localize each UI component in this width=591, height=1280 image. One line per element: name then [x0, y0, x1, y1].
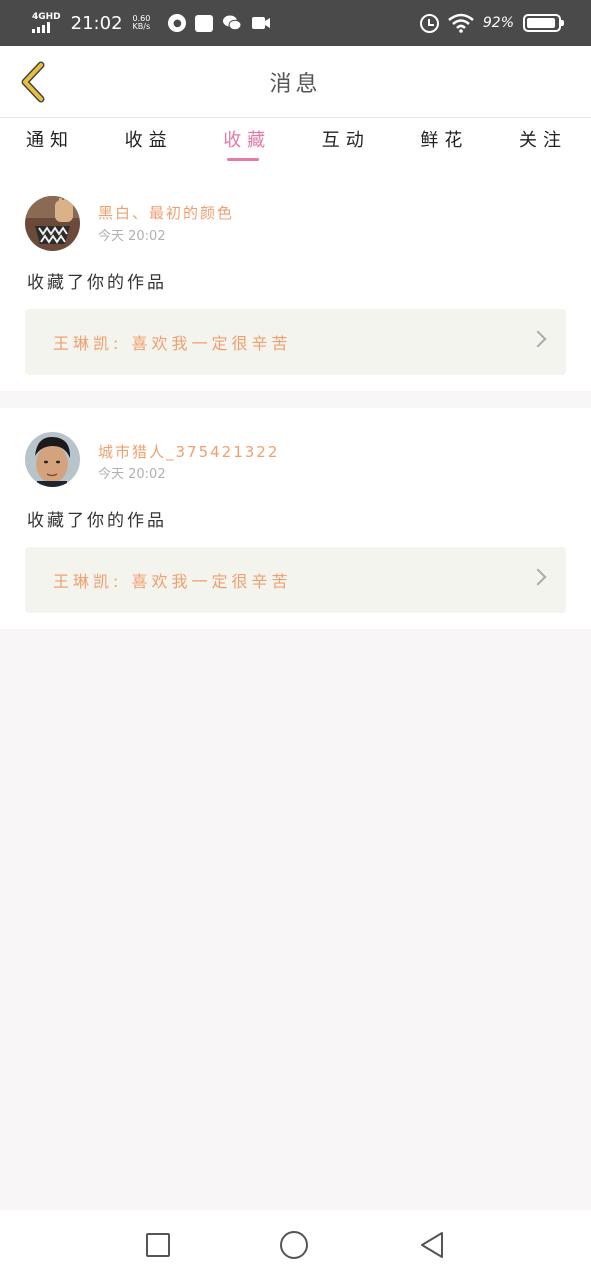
- username[interactable]: 城市猎人_375421322: [98, 441, 279, 462]
- speed-unit: KB/s: [132, 22, 151, 31]
- wechat-icon: [223, 15, 242, 31]
- status-bar: 4GHD 21:02 0.60 KB/s ● 92%: [0, 0, 591, 46]
- home-button[interactable]: [279, 1231, 308, 1259]
- message-action: 收藏了你的作品: [27, 273, 167, 293]
- shopping-bag-icon: [195, 14, 214, 32]
- tab-earnings[interactable]: 收益: [125, 118, 171, 170]
- tab-label: 收藏: [223, 130, 272, 151]
- avatar[interactable]: [25, 196, 80, 251]
- tab-label: 互动: [321, 130, 370, 151]
- message-time: 今天 20:02: [98, 229, 166, 244]
- tab-label: 收益: [124, 130, 173, 151]
- signal-indicator: 4GHD: [32, 13, 61, 33]
- message-time: 今天 20:02: [98, 467, 166, 482]
- system-back-button[interactable]: [418, 1231, 446, 1259]
- avatar-image: [25, 432, 80, 487]
- network-speed: 0.60 KB/s: [132, 14, 151, 32]
- battery-fill: [527, 18, 555, 28]
- work-link[interactable]: 王琳凯: 喜欢我一定很辛苦: [25, 547, 566, 613]
- app-header: 消息: [0, 46, 591, 118]
- message-card: 黑白、最初的颜色 今天 20:02 收藏了你的作品 王琳凯: 喜欢我一定很辛苦: [0, 170, 591, 391]
- tab-favorites[interactable]: 收藏: [223, 118, 269, 170]
- page-title: 消息: [269, 72, 322, 97]
- battery-icon: [523, 14, 564, 32]
- clock: 21:02: [70, 12, 123, 34]
- tab-following[interactable]: 关注: [519, 118, 565, 170]
- work-link[interactable]: 王琳凯: 喜欢我一定很辛苦: [25, 309, 566, 375]
- avatar[interactable]: [25, 432, 80, 487]
- video-icon: [252, 17, 271, 29]
- recent-apps-button[interactable]: [145, 1233, 170, 1257]
- tab-notifications[interactable]: 通知: [26, 118, 72, 170]
- avatar-image: [25, 196, 80, 251]
- tab-label: 鲜花: [420, 130, 469, 151]
- tab-label: 关注: [518, 130, 567, 151]
- tab-flowers[interactable]: 鲜花: [420, 118, 466, 170]
- username[interactable]: 黑白、最初的颜色: [98, 202, 234, 223]
- message-card: 城市猎人_375421322 今天 20:02 收藏了你的作品 王琳凯: 喜欢我…: [0, 408, 591, 629]
- status-right: 92%: [419, 13, 564, 33]
- signal-bars-icon: [32, 22, 50, 33]
- triangle-back-icon: [420, 1232, 443, 1258]
- tab-bar: 通知 收益 收藏 互动 鲜花 关注: [0, 118, 591, 170]
- system-nav-bar: [0, 1210, 591, 1280]
- wifi-icon: [448, 13, 474, 33]
- tab-label: 通知: [26, 130, 74, 151]
- notification-icons: ●: [168, 14, 271, 32]
- chevron-right-icon: [529, 568, 547, 586]
- message-action: 收藏了你的作品: [27, 511, 167, 531]
- work-title: 王琳凯: 喜欢我一定很辛苦: [53, 334, 292, 353]
- status-left: 4GHD 21:02 0.60 KB/s ●: [32, 13, 271, 34]
- app-notification-icon: ●: [168, 14, 187, 32]
- active-tab-indicator: [227, 158, 260, 161]
- network-type: 4GHD: [32, 12, 61, 22]
- tab-interactions[interactable]: 互动: [322, 118, 368, 170]
- battery-percent: 92%: [482, 15, 514, 31]
- chevron-right-icon: [529, 330, 547, 348]
- alarm-icon: [419, 13, 439, 33]
- work-title: 王琳凯: 喜欢我一定很辛苦: [53, 572, 292, 591]
